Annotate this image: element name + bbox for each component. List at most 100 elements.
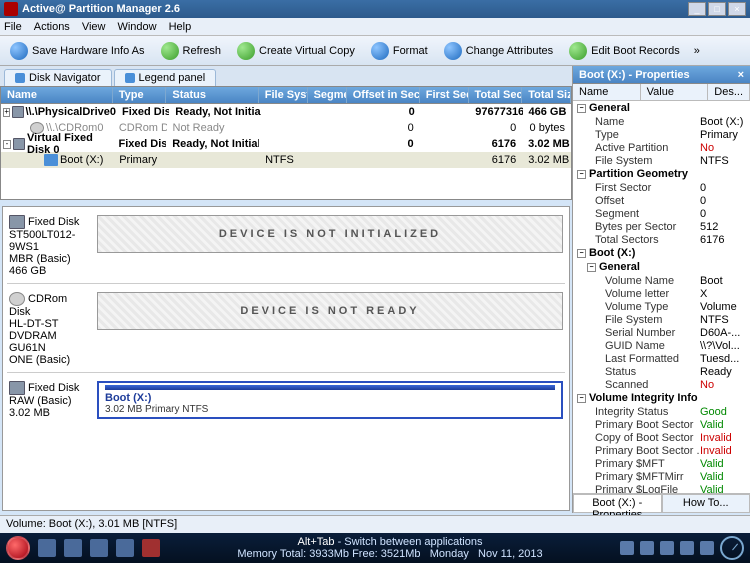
group-expander[interactable]: − <box>587 263 596 272</box>
tab-legend-panel[interactable]: Legend panel <box>114 69 217 86</box>
property-row[interactable]: File SystemNTFS <box>577 313 750 326</box>
property-row[interactable]: Active PartitionNo <box>577 141 750 154</box>
col-segment[interactable]: Segment <box>308 87 347 103</box>
menu-actions[interactable]: Actions <box>34 21 70 33</box>
tray-icon-1[interactable] <box>620 541 634 555</box>
clock-icon[interactable] <box>720 536 744 560</box>
col-file-system[interactable]: File System <box>259 87 308 103</box>
maximize-button[interactable]: □ <box>708 2 726 16</box>
property-row[interactable]: Total Sectors6176 <box>577 233 750 246</box>
group-expander[interactable]: − <box>577 249 586 258</box>
col-type[interactable]: Type <box>113 87 167 103</box>
property-row[interactable]: TypePrimary <box>577 128 750 141</box>
property-row[interactable]: ScannedNo <box>577 378 750 391</box>
property-row[interactable]: Volume NameBoot <box>577 274 750 287</box>
property-row[interactable]: NameBoot (X:) <box>577 115 750 128</box>
taskbar-app-4[interactable] <box>116 539 134 557</box>
property-row[interactable]: Primary Boot Sector ...Invalid <box>577 444 750 457</box>
properties-close-button[interactable]: × <box>738 69 744 81</box>
taskbar-app-2[interactable] <box>64 539 82 557</box>
prop-col-name[interactable]: Name <box>573 84 641 100</box>
menu-file[interactable]: File <box>4 21 22 33</box>
property-row[interactable]: Bytes per Sector512 <box>577 220 750 233</box>
group-header[interactable]: −Volume Integrity Info <box>577 391 750 405</box>
property-row[interactable]: Volume TypeVolume <box>577 300 750 313</box>
taskbar: Alt+Tab - Switch between applications Me… <box>0 533 750 563</box>
property-row[interactable]: Primary $MFTMirrValid <box>577 470 750 483</box>
property-row[interactable]: File SystemNTFS <box>577 154 750 167</box>
property-value: 0 <box>700 195 748 207</box>
property-value: Invalid <box>700 445 748 457</box>
prop-col-desc[interactable]: Des... <box>708 84 750 100</box>
tray-icon-5[interactable] <box>700 541 714 555</box>
taskbar-app-3[interactable] <box>90 539 108 557</box>
group-header[interactable]: −Partition Geometry <box>577 167 750 181</box>
property-row[interactable]: Integrity StatusGood <box>577 405 750 418</box>
col-first-sector[interactable]: First Sector <box>420 87 469 103</box>
partition-visual[interactable]: Boot (X:)3.02 MB Primary NTFS <box>97 381 563 419</box>
table-row[interactable]: Boot (X:)PrimaryNTFS61763.02 MB <box>1 152 571 168</box>
hint-text: - Switch between applications <box>335 536 483 548</box>
tree-expander[interactable]: - <box>3 140 11 149</box>
col-name[interactable]: Name <box>1 87 113 103</box>
property-row[interactable]: Serial NumberD60A-... <box>577 326 750 339</box>
taskbar-app-1[interactable] <box>38 539 56 557</box>
property-row[interactable]: GUID Name\\?\Vol... <box>577 339 750 352</box>
property-row[interactable]: Last FormattedTuesd... <box>577 352 750 365</box>
property-row[interactable]: Volume letterX <box>577 287 750 300</box>
property-row[interactable]: Primary Boot SectorValid <box>577 418 750 431</box>
col-total-size[interactable]: Total Size <box>522 87 571 103</box>
device-card[interactable]: Fixed DiskST500LT012-9WS1MBR (Basic)466 … <box>7 211 565 284</box>
minimize-button[interactable]: _ <box>688 2 706 16</box>
prop-col-value[interactable]: Value <box>641 84 709 100</box>
save-hw-info-button[interactable]: Save Hardware Info As <box>4 40 151 62</box>
refresh-button[interactable]: Refresh <box>155 40 228 62</box>
device-card[interactable]: Fixed DiskRAW (Basic)3.02 MBBoot (X:)3.0… <box>7 377 565 425</box>
group-header[interactable]: −Boot (X:) <box>577 246 750 260</box>
change-attributes-button[interactable]: Change Attributes <box>438 40 559 62</box>
group-header[interactable]: −General <box>577 101 750 115</box>
group-expander[interactable]: − <box>577 170 586 179</box>
property-row[interactable]: First Sector0 <box>577 181 750 194</box>
group-expander[interactable]: − <box>577 394 586 403</box>
table-row[interactable]: -Virtual Fixed Disk 0Fixed DiskReady, No… <box>1 136 571 152</box>
col-status[interactable]: Status <box>166 87 258 103</box>
property-row[interactable]: Offset0 <box>577 194 750 207</box>
menu-window[interactable]: Window <box>117 21 156 33</box>
table-row[interactable]: +\\.\PhysicalDrive0Fixed DiskReady, Not … <box>1 104 571 120</box>
properties-body[interactable]: −GeneralNameBoot (X:)TypePrimaryActive P… <box>573 101 750 493</box>
tray-icon-4[interactable] <box>680 541 694 555</box>
device-status-visual: DEVICE IS NOT READY <box>97 292 563 330</box>
start-button[interactable] <box>6 536 30 560</box>
col-offset[interactable]: Offset in Sectors <box>347 87 420 103</box>
btab-properties[interactable]: Boot (X:) - Properties <box>573 494 662 513</box>
window-title: Active@ Partition Manager 2.6 <box>22 3 688 15</box>
edit-boot-records-button[interactable]: Edit Boot Records <box>563 40 686 62</box>
taskbar-app-5[interactable] <box>142 539 160 557</box>
group-header[interactable]: −General <box>577 260 750 274</box>
property-row[interactable]: StatusReady <box>577 365 750 378</box>
tab-disk-navigator[interactable]: Disk Navigator <box>4 69 112 86</box>
menu-view[interactable]: View <box>82 21 106 33</box>
property-row[interactable]: Copy of Boot SectorInvalid <box>577 431 750 444</box>
tray-icon-2[interactable] <box>640 541 654 555</box>
partition-label: Boot (X:) <box>105 392 151 404</box>
partition-sublabel: 3.02 MB Primary NTFS <box>105 404 208 415</box>
create-virtual-copy-button[interactable]: Create Virtual Copy <box>231 40 361 62</box>
properties-columns: Name Value Des... <box>573 84 750 101</box>
btab-howto[interactable]: How To... <box>662 494 750 513</box>
property-row[interactable]: Segment0 <box>577 207 750 220</box>
format-button[interactable]: Format <box>365 40 434 62</box>
close-button[interactable]: × <box>728 2 746 16</box>
group-expander[interactable]: − <box>577 104 586 113</box>
property-row[interactable]: Primary $MFTValid <box>577 457 750 470</box>
tree-expander[interactable]: + <box>3 108 10 117</box>
property-name: Segment <box>595 208 700 220</box>
device-card[interactable]: CDRom DiskHL-DT-ST DVDRAMGU61NONE (Basic… <box>7 288 565 373</box>
menu-help[interactable]: Help <box>169 21 192 33</box>
tray-icon-3[interactable] <box>660 541 674 555</box>
property-row[interactable]: Primary $LogFileValid <box>577 483 750 493</box>
property-value: Boot <box>700 275 748 287</box>
toolbar-overflow-button[interactable]: » <box>690 45 704 57</box>
col-total-sectors[interactable]: Total Sectors <box>469 87 523 103</box>
